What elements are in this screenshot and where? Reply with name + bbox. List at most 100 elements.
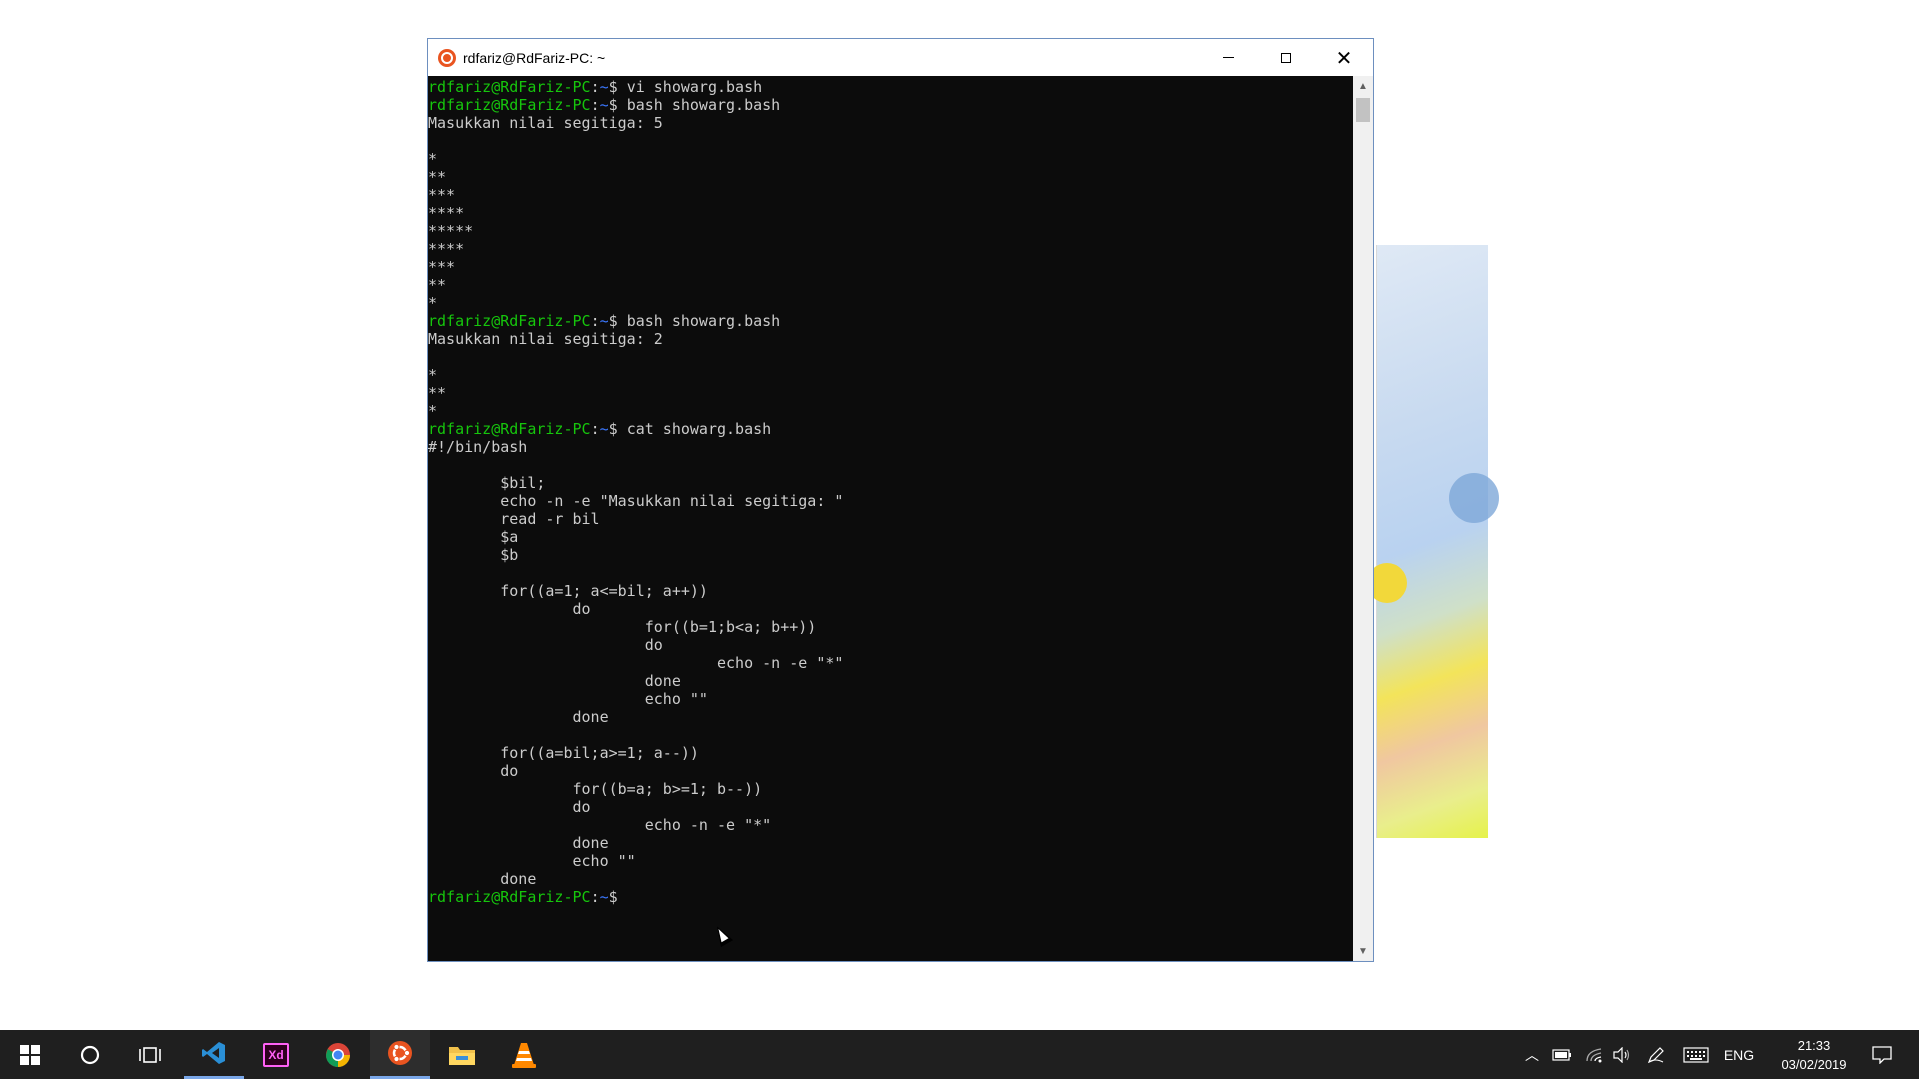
terminal-output-line: $b [428, 546, 519, 564]
terminal-content[interactable]: rdfariz@RdFariz-PC:~$ vi showarg.bash rdf… [428, 76, 1353, 961]
window-titlebar[interactable]: rdfariz@RdFariz-PC: ~ ✕ [428, 39, 1373, 76]
touch-keyboard-button[interactable] [1680, 1030, 1712, 1079]
terminal-output-line: done [428, 870, 537, 888]
terminal-output-line: do [428, 636, 663, 654]
prompt-user-host: rdfariz@RdFariz-PC [428, 888, 591, 906]
keyboard-icon [1683, 1046, 1709, 1063]
terminal-command-line: rdfariz@RdFariz-PC:~$ bash showarg.bash [428, 96, 1353, 114]
terminal-output-line: for((b=a; b>=1; b--)) [428, 780, 763, 798]
prompt-dollar: $ [608, 96, 627, 114]
terminal-output-line: Masukkan nilai segitiga: 2 [428, 330, 663, 348]
volume-icon [1613, 1046, 1630, 1063]
pen-workspace-button[interactable] [1642, 1030, 1670, 1079]
vertical-scrollbar[interactable]: ▲ ▼ [1353, 76, 1373, 961]
input-language-button[interactable]: ENG [1718, 1030, 1760, 1079]
minimize-icon [1222, 57, 1234, 58]
terminal-command-line: rdfariz@RdFariz-PC:~$ cat showarg.bash [428, 420, 1353, 438]
prompt-path: ~ [599, 888, 609, 906]
terminal-output-line: echo -n -e "*" [428, 816, 772, 834]
taskbar-adobe-xd[interactable]: Xd [246, 1030, 306, 1079]
search-button[interactable] [60, 1030, 120, 1079]
taskbar: Xd ︿ ENG 21:33 03/02/2019 [0, 1030, 1919, 1079]
terminal-output-line: echo "" [428, 690, 708, 708]
window-title: rdfariz@RdFariz-PC: ~ [463, 49, 606, 66]
prompt-separator: : [590, 312, 600, 330]
cortana-circle-icon [80, 1045, 100, 1064]
adobe-xd-icon: Xd [263, 1042, 289, 1067]
terminal-command-line: rdfariz@RdFariz-PC:~$ vi showarg.bash [428, 78, 1353, 96]
terminal-output-line: ** [428, 168, 447, 186]
folder-icon [449, 1046, 475, 1065]
taskbar-ubuntu[interactable] [370, 1030, 430, 1079]
volume-button[interactable] [1608, 1030, 1636, 1079]
ubuntu-icon [438, 48, 456, 67]
terminal-command-line: rdfariz@RdFariz-PC:~$ [428, 888, 1353, 906]
clock[interactable]: 21:33 03/02/2019 [1769, 1036, 1859, 1074]
terminal-output-line: **** [428, 240, 465, 258]
vscode-icon [202, 1042, 225, 1064]
action-center-button[interactable] [1862, 1030, 1902, 1079]
command-text: cat showarg.bash [626, 420, 772, 438]
chrome-icon [326, 1042, 350, 1067]
terminal-output-line: done [428, 708, 609, 726]
terminal-output-line: **** [428, 204, 465, 222]
taskbar-chrome[interactable] [308, 1030, 368, 1079]
minimize-button[interactable] [1199, 39, 1257, 76]
terminal-output: rdfariz@RdFariz-PC:~$ vi showarg.bash rdf… [428, 78, 1353, 906]
prompt-dollar: $ [608, 78, 627, 96]
terminal-output-line: *** [428, 258, 456, 276]
prompt-dollar: $ [608, 312, 627, 330]
terminal-output-line: read -r bil [428, 510, 600, 528]
vlc-cone-icon [512, 1042, 536, 1068]
language-label: ENG [1723, 1046, 1755, 1063]
prompt-user-host: rdfariz@RdFariz-PC [428, 420, 591, 438]
terminal-output-line: do [428, 600, 591, 618]
prompt-user-host: rdfariz@RdFariz-PC [428, 312, 591, 330]
command-text: vi showarg.bash [626, 78, 763, 96]
wallpaper-blob-blue [1449, 473, 1499, 523]
scrollbar-thumb[interactable] [1356, 98, 1370, 122]
prompt-dollar: $ [608, 888, 627, 906]
prompt-separator: : [590, 96, 600, 114]
network-button[interactable] [1580, 1030, 1608, 1079]
terminal-window[interactable]: rdfariz@RdFariz-PC: ~ ✕ rdfariz@RdFariz-… [427, 38, 1374, 962]
prompt-separator: : [590, 888, 600, 906]
terminal-output-line: * [428, 366, 438, 384]
task-view-button[interactable] [120, 1030, 180, 1079]
terminal-output-line: Masukkan nilai segitiga: 5 [428, 114, 663, 132]
terminal-output-line: * [428, 150, 438, 168]
battery-icon [1552, 1048, 1571, 1061]
prompt-path: ~ [599, 312, 609, 330]
terminal-output-line: *** [428, 186, 456, 204]
start-button[interactable] [0, 1030, 60, 1079]
terminal-output-line: for((a=bil;a>=1; a--)) [428, 744, 699, 762]
pen-icon [1647, 1046, 1664, 1063]
terminal-output-line: ** [428, 384, 447, 402]
show-hidden-icons-button[interactable]: ︿ [1520, 1030, 1544, 1079]
prompt-path: ~ [599, 96, 609, 114]
battery-button[interactable] [1548, 1030, 1576, 1079]
close-button[interactable]: ✕ [1315, 39, 1373, 76]
taskbar-vlc[interactable] [494, 1030, 554, 1079]
wifi-icon [1586, 1047, 1602, 1062]
maximize-icon [1281, 52, 1291, 63]
chevron-up-icon: ︿ [1525, 1046, 1539, 1063]
terminal-output-line: echo "" [428, 852, 636, 870]
terminal-output-line: done [428, 834, 609, 852]
scroll-down-arrow-icon[interactable]: ▼ [1353, 941, 1373, 961]
command-text: bash showarg.bash [626, 96, 781, 114]
clock-time: 21:33 [1797, 1038, 1831, 1053]
terminal-output-line: ***** [428, 222, 474, 240]
terminal-output-line: do [428, 762, 519, 780]
prompt-dollar: $ [608, 420, 627, 438]
taskbar-vscode[interactable] [184, 1030, 244, 1079]
scroll-up-arrow-icon[interactable]: ▲ [1353, 76, 1373, 96]
terminal-output-line: $a [428, 528, 519, 546]
taskbar-file-explorer[interactable] [432, 1030, 492, 1079]
maximize-button[interactable] [1257, 39, 1315, 76]
terminal-output-line: for((a=1; a<=bil; a++)) [428, 582, 708, 600]
prompt-path: ~ [599, 78, 609, 96]
task-view-icon [139, 1046, 161, 1063]
